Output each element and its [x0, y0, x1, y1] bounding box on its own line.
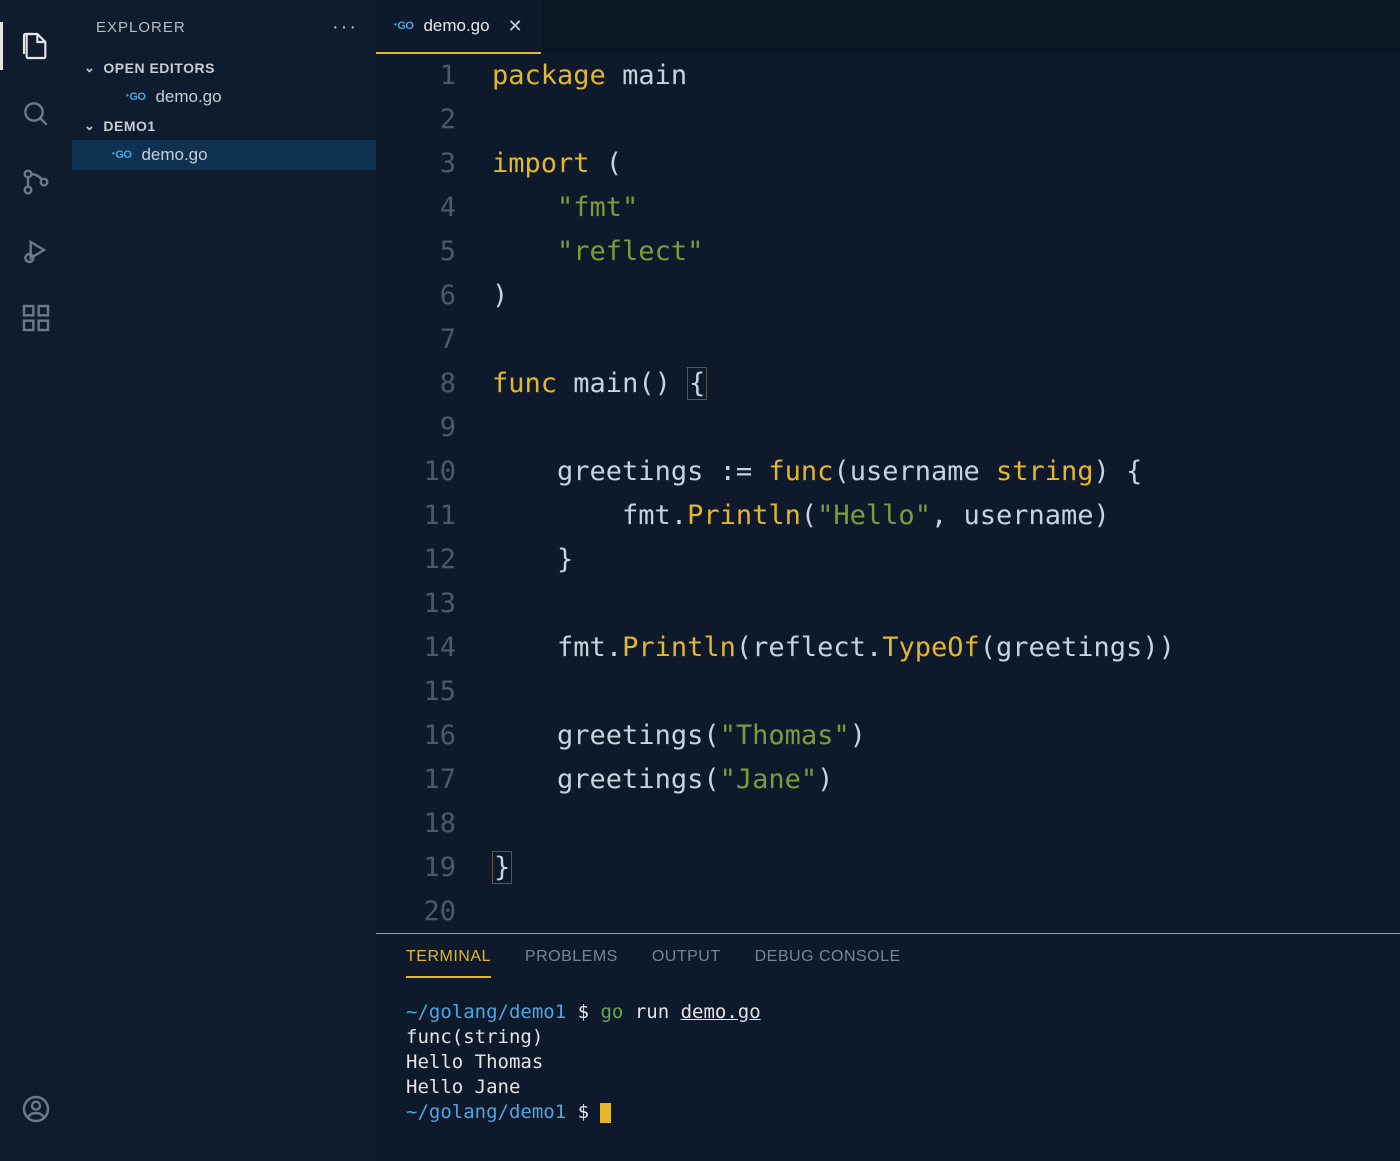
close-icon[interactable]: ✕ — [508, 16, 523, 37]
sidebar-title: EXPLORER — [96, 19, 186, 36]
sidebar-header: EXPLORER ··· — [72, 0, 376, 54]
sidebar: EXPLORER ··· ⌄ OPEN EDITORS GO demo.go ⌄… — [72, 0, 376, 1161]
code-line[interactable] — [492, 98, 1400, 142]
file-name: demo.go — [141, 145, 207, 165]
main-area: GO demo.go ✕ 123456789101112131415161718… — [376, 0, 1400, 1161]
code-line[interactable] — [492, 890, 1400, 934]
activity-explorer[interactable] — [0, 12, 72, 80]
activity-account[interactable] — [0, 1075, 72, 1143]
terminal-line: ~/golang/demo1 $ — [406, 1100, 1370, 1125]
terminal-line: Hello Jane — [406, 1075, 1370, 1100]
folder-header[interactable]: ⌄ DEMO1 — [72, 112, 376, 140]
activity-bar — [0, 0, 72, 1161]
chevron-down-icon: ⌄ — [84, 60, 95, 76]
code-line[interactable]: greetings("Thomas") — [492, 714, 1400, 758]
open-editor-filename: demo.go — [155, 87, 221, 107]
file-item[interactable]: GO demo.go — [72, 140, 376, 170]
editor-tab[interactable]: GO demo.go ✕ — [376, 0, 541, 54]
activity-search[interactable] — [0, 80, 72, 148]
folder-label: DEMO1 — [103, 118, 155, 134]
code-area[interactable]: package main import ( "fmt" "reflect") fun… — [484, 54, 1400, 934]
code-line[interactable]: fmt.Println(reflect.TypeOf(greetings)) — [492, 626, 1400, 670]
activity-debug[interactable] — [0, 216, 72, 284]
terminal-line: ~/golang/demo1 $ go run demo.go — [406, 1000, 1370, 1025]
terminal-line: Hello Thomas — [406, 1050, 1370, 1075]
tab-bar: GO demo.go ✕ — [376, 0, 1400, 54]
code-line[interactable] — [492, 582, 1400, 626]
terminal[interactable]: ~/golang/demo1 $ go run demo.go func(str… — [376, 978, 1400, 1161]
code-line[interactable]: greetings := func(username string) { — [492, 450, 1400, 494]
code-line[interactable] — [492, 670, 1400, 714]
code-line[interactable]: import ( — [492, 142, 1400, 186]
panel-tab-debug-console[interactable]: DEBUG CONSOLE — [755, 948, 901, 978]
editor[interactable]: 1234567891011121314151617181920 package … — [376, 54, 1400, 934]
code-line[interactable] — [492, 406, 1400, 450]
panel-tab-output[interactable]: OUTPUT — [652, 948, 721, 978]
terminal-line: func(string) — [406, 1025, 1370, 1050]
panel-tab-problems[interactable]: PROBLEMS — [525, 948, 618, 978]
code-line[interactable]: fmt.Println("Hello", username) — [492, 494, 1400, 538]
code-line[interactable] — [492, 318, 1400, 362]
code-line[interactable]: func main() { — [492, 362, 1400, 406]
go-lang-icon: GO — [394, 20, 413, 32]
go-lang-icon: GO — [112, 149, 131, 161]
sidebar-more-icon[interactable]: ··· — [332, 16, 358, 39]
open-editors-label: OPEN EDITORS — [103, 60, 215, 76]
tab-filename: demo.go — [423, 16, 489, 36]
editor-scroll[interactable]: 1234567891011121314151617181920 package … — [376, 54, 1400, 934]
code-line[interactable] — [492, 802, 1400, 846]
chevron-down-icon: ⌄ — [84, 118, 95, 134]
panel-tabs: TERMINAL PROBLEMS OUTPUT DEBUG CONSOLE — [376, 934, 1400, 978]
activity-source-control[interactable] — [0, 148, 72, 216]
code-line[interactable]: greetings("Jane") — [492, 758, 1400, 802]
code-line[interactable]: package main — [492, 54, 1400, 98]
line-gutter: 1234567891011121314151617181920 — [376, 54, 484, 934]
code-line[interactable]: "fmt" — [492, 186, 1400, 230]
open-editors-header[interactable]: ⌄ OPEN EDITORS — [72, 54, 376, 82]
code-line[interactable]: } — [492, 538, 1400, 582]
code-line[interactable]: "reflect" — [492, 230, 1400, 274]
code-line[interactable]: ) — [492, 274, 1400, 318]
open-editor-item[interactable]: GO demo.go — [72, 82, 376, 112]
panel-tab-terminal[interactable]: TERMINAL — [406, 948, 491, 978]
terminal-cursor — [600, 1103, 611, 1123]
activity-extensions[interactable] — [0, 284, 72, 352]
code-line[interactable]: } — [492, 846, 1400, 890]
bottom-panel: TERMINAL PROBLEMS OUTPUT DEBUG CONSOLE ~… — [376, 934, 1400, 1161]
go-lang-icon: GO — [126, 91, 145, 103]
